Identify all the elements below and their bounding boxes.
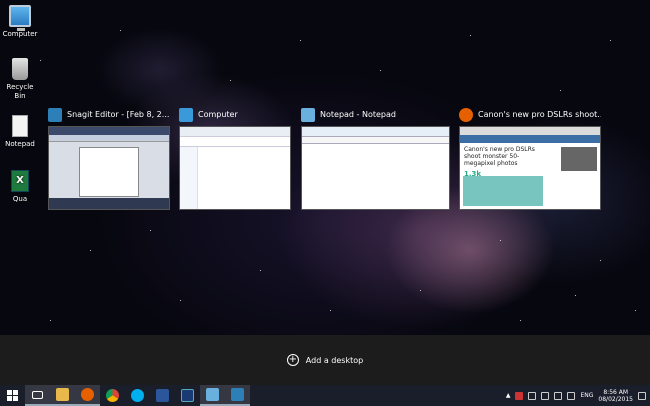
window-thumbnail <box>48 126 170 210</box>
taskbar-chrome[interactable] <box>100 385 125 406</box>
task-view-button[interactable] <box>25 385 50 406</box>
taskbar-snagit[interactable] <box>225 385 250 406</box>
add-desktop-strip: + Add a desktop <box>0 335 650 385</box>
antivirus-icon[interactable] <box>515 391 524 400</box>
task-window-snagit[interactable]: Snagit Editor - [Feb 8, 2... <box>48 105 170 210</box>
desktop-icon-qua[interactable]: X Qua <box>0 170 40 204</box>
window-thumbnail: Canon's new pro DSLRs shoot monster 50-m… <box>459 126 601 210</box>
desktop-icon-label: Qua <box>12 195 28 203</box>
task-window-notepad[interactable]: Notepad - Notepad <box>301 105 450 210</box>
clock-time: 8:56 AM <box>603 388 629 396</box>
system-tray: ▲ ENG 8:56 AM 08/02/2015 <box>506 389 650 403</box>
taskbar-word[interactable] <box>150 385 175 406</box>
computer-icon <box>9 5 31 31</box>
notepad-icon <box>301 107 315 122</box>
taskbar-skype[interactable] <box>125 385 150 406</box>
notepad-icon <box>206 388 219 401</box>
window-thumbnail <box>179 126 291 210</box>
taskbar: ▲ ENG 8:56 AM 08/02/2015 <box>0 385 650 406</box>
action-center-icon[interactable] <box>567 391 576 400</box>
chrome-icon <box>106 389 119 402</box>
excel-file-icon: X <box>11 170 29 192</box>
photoshop-icon <box>181 389 194 402</box>
desktop-icon-recycle-bin[interactable]: Recycle Bin <box>0 58 40 101</box>
notepad-file-icon <box>12 115 28 137</box>
battery-icon[interactable] <box>554 391 563 400</box>
recycle-bin-icon <box>12 58 28 80</box>
desktop-icon-label: Notepad <box>5 140 35 148</box>
window-title: Snagit Editor - [Feb 8, 2... <box>67 110 170 119</box>
desktop-icon-label: Recycle Bin <box>6 83 34 100</box>
network-icon[interactable] <box>528 391 537 400</box>
add-desktop-label: Add a desktop <box>305 355 364 365</box>
desktop-icon-label: Computer <box>2 30 38 38</box>
taskbar-firefox[interactable] <box>75 385 100 406</box>
file-explorer-icon <box>56 388 69 401</box>
task-window-firefox[interactable]: Canon's new pro DSLRs shoot... × Canon's… <box>459 105 601 210</box>
language-indicator[interactable]: ENG <box>580 392 593 399</box>
show-hidden-icons-button[interactable]: ▲ <box>506 392 511 399</box>
window-thumbnail <box>301 126 450 210</box>
snagit-icon <box>48 107 62 122</box>
plus-icon: + <box>286 354 299 366</box>
window-title: Notepad - Notepad <box>320 110 396 119</box>
window-title: Canon's new pro DSLRs shoot... <box>478 110 601 119</box>
start-button[interactable] <box>0 385 25 406</box>
clock[interactable]: 8:56 AM 08/02/2015 <box>598 389 633 403</box>
task-window-computer[interactable]: Computer <box>179 105 291 210</box>
desktop-icon-computer[interactable]: Computer <box>0 5 40 39</box>
taskbar-notepad[interactable] <box>200 385 225 406</box>
taskbar-file-explorer[interactable] <box>50 385 75 406</box>
notifications-icon[interactable] <box>638 391 646 400</box>
volume-icon[interactable] <box>541 391 550 400</box>
thumbnail-headline: Canon's new pro DSLRs shoot monster 50-m… <box>464 146 535 167</box>
desktop-icon-notepad[interactable]: Notepad <box>0 115 40 149</box>
firefox-icon <box>459 107 473 122</box>
skype-icon <box>131 389 144 402</box>
task-view-icon <box>32 390 43 399</box>
windows-logo-icon <box>7 390 18 401</box>
snagit-icon <box>231 388 244 401</box>
clock-date: 08/02/2015 <box>598 395 633 403</box>
firefox-icon <box>81 388 94 401</box>
taskbar-photoshop[interactable] <box>175 385 200 406</box>
explorer-icon <box>179 107 193 122</box>
add-desktop-button[interactable]: + Add a desktop <box>286 354 364 366</box>
window-title: Computer <box>198 110 238 119</box>
word-icon <box>156 389 169 402</box>
